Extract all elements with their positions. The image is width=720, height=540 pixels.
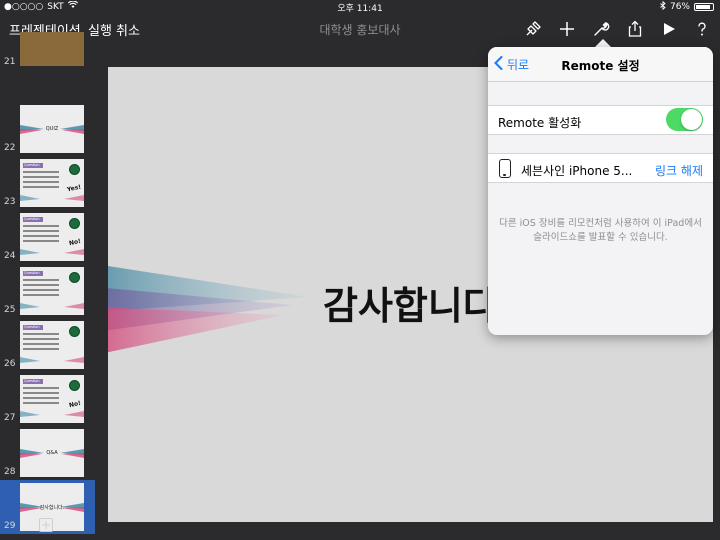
slide-number: 28 bbox=[4, 467, 16, 477]
play-icon[interactable] bbox=[657, 17, 681, 41]
slide-thumbnail: Question bbox=[20, 267, 84, 315]
slide-thumbnail-row[interactable]: 21 bbox=[0, 32, 95, 70]
unlink-button[interactable]: 링크 해제 bbox=[655, 162, 703, 179]
slide-thumbnail: QUIZ bbox=[20, 105, 84, 153]
slide-thumbnail-row[interactable]: 26 Question bbox=[0, 318, 95, 372]
slide-thumbnail-row[interactable]: 28 Q&A bbox=[0, 426, 95, 480]
status-time: 오후 11:41 bbox=[337, 4, 383, 14]
question-tag: Question bbox=[23, 217, 43, 222]
slide-number: 22 bbox=[4, 143, 16, 153]
question-tag: Question bbox=[23, 325, 43, 330]
bluetooth-icon bbox=[660, 0, 666, 13]
slide-title: 감사합니다 bbox=[323, 284, 498, 328]
slide-thumbnail-row[interactable]: 24 Question No! bbox=[0, 210, 95, 264]
question-tag: Question bbox=[23, 271, 43, 276]
thumbnail-label: QUIZ bbox=[45, 126, 59, 132]
slide-number: 26 bbox=[4, 359, 16, 369]
slide-number: 23 bbox=[4, 197, 16, 207]
toolbar: 프레젠테이션 실행 취소 대학생 홍보대사 bbox=[0, 14, 720, 46]
question-text-lines bbox=[23, 225, 59, 245]
slide-number: 21 bbox=[4, 57, 16, 67]
thumbnail-label: Q&A bbox=[46, 450, 58, 456]
slide-navigator: 21 22 QUIZ 23 Question Yes! 24 Question No! 25 Que… bbox=[0, 32, 95, 540]
slide-number: 27 bbox=[4, 413, 16, 423]
status-bar: ●○○○○ SKT 오후 11:41 76% bbox=[0, 0, 720, 14]
starbucks-logo-icon bbox=[69, 380, 80, 391]
question-tag: Question bbox=[23, 379, 43, 384]
starbucks-logo-icon bbox=[69, 218, 80, 229]
popover-title: Remote 설정 bbox=[561, 59, 640, 73]
help-question-icon[interactable] bbox=[690, 17, 714, 41]
slide-thumbnail-row[interactable]: 23 Question Yes! bbox=[0, 156, 95, 210]
battery-icon bbox=[694, 3, 714, 11]
slide-thumbnail-row[interactable]: 27 Question No! bbox=[0, 372, 95, 426]
slide-thumbnail bbox=[20, 32, 84, 66]
slide-thumbnail-row[interactable]: 25 Question bbox=[0, 264, 95, 318]
question-text-lines bbox=[23, 171, 59, 191]
starbucks-logo-icon bbox=[69, 326, 80, 337]
remote-enable-row: Remote 활성화 bbox=[488, 105, 713, 135]
popover-header: 뒤로 Remote 설정 bbox=[488, 47, 713, 82]
slide-number: 24 bbox=[4, 251, 16, 261]
undo-button[interactable]: 실행 취소 bbox=[88, 20, 140, 39]
slide-number: 29 bbox=[4, 521, 16, 531]
slide-thumbnail: Question No! bbox=[20, 375, 84, 423]
slide-number: 25 bbox=[4, 305, 16, 315]
question-tag: Question bbox=[23, 163, 43, 168]
remote-enable-label: Remote 활성화 bbox=[498, 116, 582, 130]
thumbnail-label: 감사합니다. bbox=[39, 505, 65, 511]
battery-percent: 76% bbox=[669, 2, 690, 12]
iphone-icon bbox=[499, 159, 511, 178]
starbucks-logo-icon bbox=[69, 272, 80, 283]
slide-thumbnail: Question bbox=[20, 321, 84, 369]
format-paintbrush-icon[interactable] bbox=[521, 17, 545, 41]
slide-thumbnail: Q&A bbox=[20, 429, 84, 477]
question-text-lines bbox=[23, 333, 59, 353]
tools-wrench-icon[interactable] bbox=[589, 17, 613, 41]
share-icon[interactable] bbox=[623, 17, 647, 41]
starbucks-logo-icon bbox=[69, 164, 80, 175]
question-text-lines bbox=[23, 279, 59, 299]
remote-footnote: 다른 iOS 장비를 리모컨처럼 사용하여 이 iPad에서 슬라이드쇼를 발표… bbox=[499, 218, 702, 243]
add-plus-icon[interactable] bbox=[555, 17, 579, 41]
device-name: 세븐사인 iPhone 5... bbox=[521, 164, 633, 178]
toggle-knob bbox=[681, 109, 702, 130]
slide-thumbnail-row[interactable]: 22 QUIZ bbox=[0, 102, 95, 156]
slide-thumbnail: Question No! bbox=[20, 213, 84, 261]
status-right: 76% bbox=[660, 0, 714, 13]
linked-device-row: 세븐사인 iPhone 5... 링크 해제 bbox=[488, 153, 713, 183]
question-text-lines bbox=[23, 387, 59, 407]
add-slide-button[interactable]: + bbox=[39, 518, 53, 532]
slide-thumbnail: Question Yes! bbox=[20, 159, 84, 207]
remote-enable-toggle[interactable] bbox=[666, 108, 703, 131]
remote-settings-popover: 뒤로 Remote 설정 Remote 활성화 세븐사인 iPhone 5...… bbox=[488, 47, 713, 335]
